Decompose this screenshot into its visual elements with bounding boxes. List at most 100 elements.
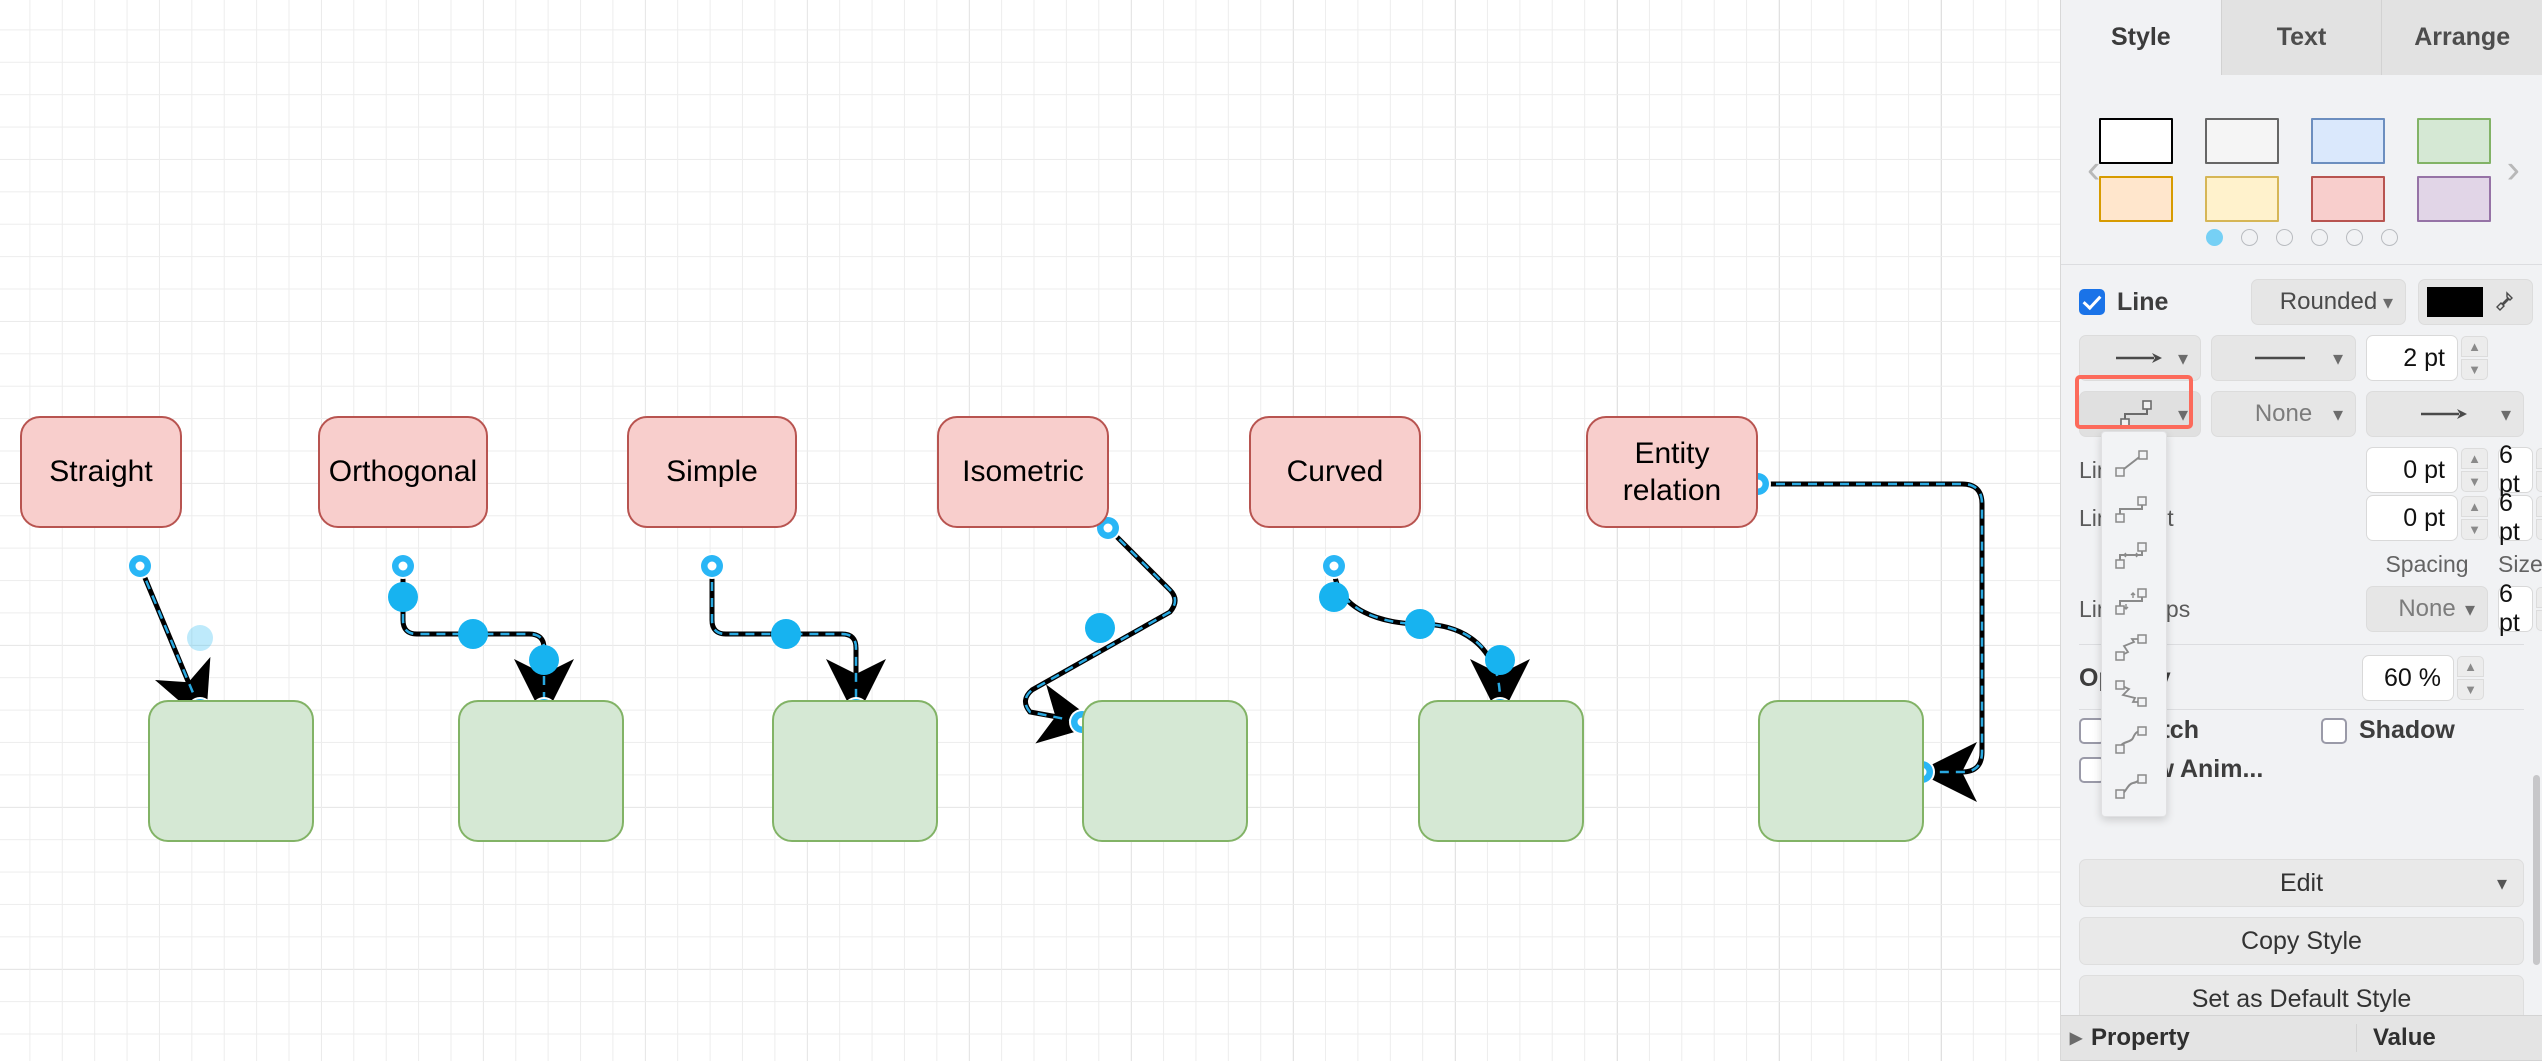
palette-page-dot-2[interactable] [2240,229,2258,246]
chevron-down-icon: ▾ [2177,403,2188,426]
property-column-header: Property [2091,1024,2190,1051]
swatch-white[interactable] [2098,117,2173,164]
tab-text[interactable]: Text [2221,0,2383,75]
opacity-input[interactable]: 60 % [2362,655,2454,701]
opacity-spinner[interactable]: ▲ ▼ [2457,656,2484,700]
shape-source-straight[interactable]: Straight [20,416,182,528]
copy-style-button[interactable]: Copy Style [2079,917,2524,965]
edge-waypoint-handles[interactable] [187,582,1515,675]
spinner-down-icon[interactable]: ▼ [2457,679,2484,700]
line-end-arrow-select[interactable]: ▾ [2366,391,2524,437]
panel-scrollbar[interactable] [2532,75,2542,975]
panel-tabs: Style Text Arrange [2061,0,2542,75]
solid-line-icon [2254,356,2305,360]
opacity-stepper[interactable]: 60 % ▲ ▼ [2362,655,2484,701]
line-start-spacing-input[interactable]: 0 pt [2366,495,2458,541]
chevron-right-icon[interactable]: › [2507,147,2520,192]
line-width-spinner[interactable]: ▲ ▼ [2461,336,2488,380]
swatch-green[interactable] [2416,117,2491,164]
simple-waypoint-option[interactable] [2102,532,2166,578]
shape-target-5[interactable] [1418,700,1584,842]
swatch-purple[interactable] [2416,175,2491,222]
isometric-waypoint-option[interactable] [2102,624,2166,670]
shape-source-simple[interactable]: Simple [627,416,797,528]
line-width-input[interactable]: 2 pt [2366,335,2458,381]
line-color-button[interactable] [2418,279,2533,325]
line-start-spacing-spinner[interactable]: ▲ ▼ [2461,496,2488,540]
spinner-down-icon[interactable]: ▼ [2461,519,2488,540]
line-enabled-checkbox[interactable] [2079,289,2105,315]
orthogonal-waypoint-option[interactable] [2102,486,2166,532]
draw-io-window: Straight Orthogonal Simple Isometric Cur… [0,0,2542,1061]
shape-label: Straight [49,455,153,489]
line-jumps-size-input[interactable]: 6 pt [2498,580,2533,637]
line-start-spacing-stepper[interactable]: 0 pt ▲ ▼ [2366,495,2488,541]
triangle-right-icon[interactable]: ▶ [2061,1028,2091,1048]
shape-target-3[interactable] [772,700,938,842]
spinner-up-icon[interactable]: ▲ [2457,656,2484,677]
format-panel: Style Text Arrange ‹ › Line Rounded ▾ ▾ … [2060,0,2542,1061]
shape-target-4[interactable] [1082,700,1248,842]
copy-style-button-label: Copy Style [2241,926,2362,955]
palette-page-dot-4[interactable] [2310,229,2328,246]
spinner-up-icon[interactable]: ▲ [2461,336,2488,357]
tab-arrange[interactable]: Arrange [2382,0,2542,75]
spinner-down-icon[interactable]: ▼ [2461,471,2488,492]
shape-target-2[interactable] [458,700,624,842]
swatch-red[interactable] [2310,175,2385,222]
style-palette: ‹ › [2061,75,2542,265]
shape-source-curved[interactable]: Curved [1249,416,1421,528]
curved-alt-waypoint-option[interactable] [2102,762,2166,808]
straight-waypoint-option[interactable] [2102,440,2166,486]
palette-swatch-grid [2098,117,2505,222]
line-end-spacing-spinner[interactable]: ▲ ▼ [2461,448,2488,492]
spinner-down-icon[interactable]: ▼ [2461,359,2488,380]
shape-target-1[interactable] [148,700,314,842]
panel-scrollbar-thumb[interactable] [2533,775,2540,965]
palette-page-dot-6[interactable] [2380,229,2398,246]
swatch-blue[interactable] [2310,117,2385,164]
chevron-down-icon: ▾ [2500,403,2511,426]
shadow-checkbox-item[interactable]: Shadow [2321,716,2455,745]
line-corner-style-select[interactable]: Rounded ▾ [2251,279,2406,325]
edit-button[interactable]: Edit ▾ [2079,859,2524,907]
chevron-left-icon[interactable]: ‹ [2087,147,2100,192]
chevron-down-icon: ▾ [2496,872,2507,895]
shape-target-6[interactable] [1758,700,1924,842]
swatch-yellow[interactable] [2204,175,2279,222]
chevron-down-icon: ▾ [2464,598,2475,621]
spinner-up-icon[interactable]: ▲ [2461,448,2488,469]
isometric-alt-waypoint-option[interactable] [2102,670,2166,716]
line-jumps-type-select[interactable]: None ▾ [2366,586,2488,632]
line-end-spacing-input[interactable]: 0 pt [2366,447,2458,493]
line-width-stepper[interactable]: 2 pt ▲ ▼ [2366,335,2488,381]
shape-source-isometric[interactable]: Isometric [937,416,1109,528]
arrow-right-icon [2116,353,2162,363]
palette-page-dot-5[interactable] [2345,229,2363,246]
line-corner-style-value: Rounded [2279,288,2378,315]
simple-line-icon [2115,542,2147,569]
line-start-size-input[interactable]: 6 pt [2498,489,2533,546]
diagram-canvas[interactable]: Straight Orthogonal Simple Isometric Cur… [0,0,2060,1061]
swatch-orange[interactable] [2098,175,2173,222]
shape-label: Orthogonal [328,455,478,489]
palette-page-dot-1[interactable] [2205,229,2223,246]
line-arrow-style-select[interactable]: ▾ [2079,335,2201,381]
waypoint-style-dropdown-menu[interactable] [2101,431,2167,817]
simple-alt-waypoint-option[interactable] [2102,578,2166,624]
line-jumps-style-select[interactable]: None ▾ [2211,391,2356,437]
shadow-checkbox[interactable] [2321,717,2347,744]
line-end-size-input[interactable]: 6 pt [2498,441,2533,498]
line-dash-style-select[interactable]: ▾ [2211,335,2356,381]
line-end-spacing-stepper[interactable]: 0 pt ▲ ▼ [2366,447,2488,493]
spinner-up-icon[interactable]: ▲ [2461,496,2488,517]
curved-waypoint-option[interactable] [2102,716,2166,762]
orthogonal-waypoint-icon [2120,400,2152,428]
shape-source-entity-relation[interactable]: Entity relation [1586,416,1758,528]
swatch-gray[interactable] [2204,117,2279,164]
shape-source-orthogonal[interactable]: Orthogonal [318,416,488,528]
tab-style[interactable]: Style [2061,0,2222,75]
eyedropper-icon[interactable] [2491,290,2515,314]
line-label: Line [2117,287,2169,316]
palette-page-dot-3[interactable] [2275,229,2293,246]
